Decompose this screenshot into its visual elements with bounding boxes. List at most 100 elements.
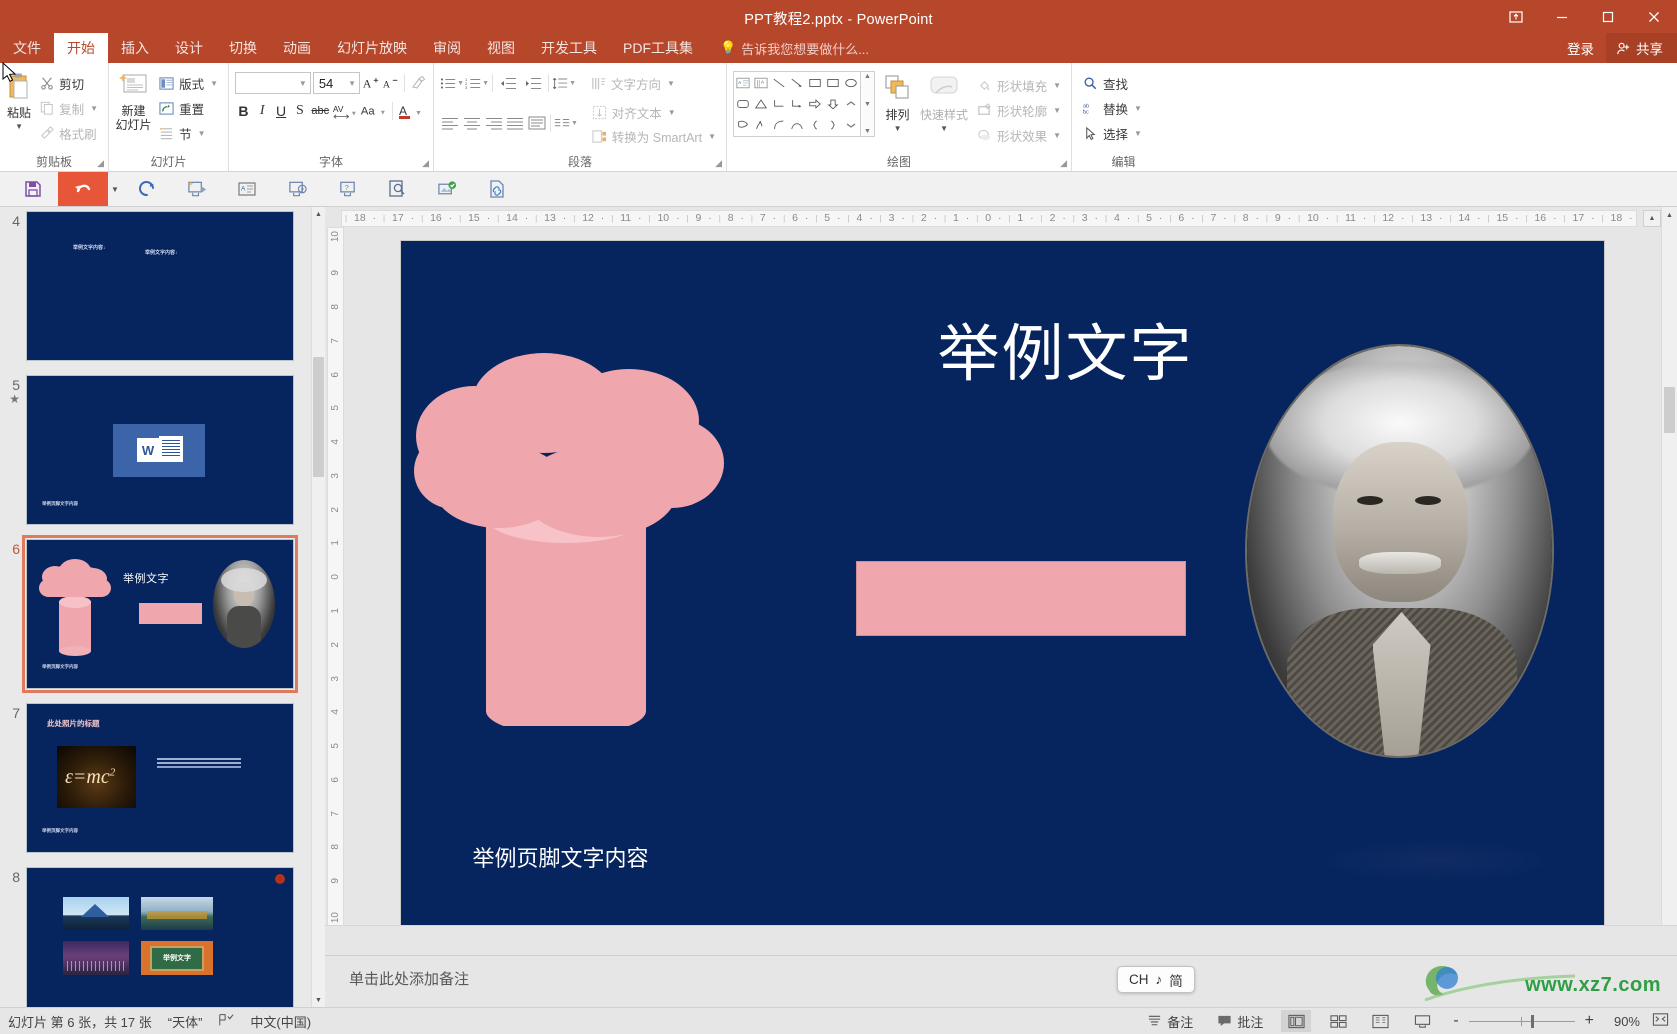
strikethrough-button[interactable]: abc	[310, 100, 330, 122]
save-icon[interactable]	[8, 172, 58, 206]
distribute-button[interactable]	[526, 112, 547, 135]
comments-toggle-button[interactable]: 批注	[1211, 1010, 1269, 1033]
tab-review[interactable]: 审阅	[420, 33, 474, 63]
shapes-more-icon[interactable]: ▼	[864, 128, 871, 135]
tab-pdf-tools[interactable]: PDF工具集	[610, 33, 706, 63]
section-button[interactable]: 节 ▼	[154, 121, 222, 145]
numbering-button[interactable]: 123 ▼	[465, 72, 489, 95]
font-size-input[interactable]: 54 ▼	[312, 72, 361, 94]
shape-outline-button[interactable]: 形状轮廓 ▼	[972, 98, 1065, 122]
line-spacing-button[interactable]: ▼	[552, 72, 576, 95]
thumbnail-row[interactable]: 7 此处照片的标题 ε=mc2 举例页脚文字内容	[0, 703, 311, 867]
zoom-out-button[interactable]: -	[1449, 1012, 1462, 1030]
present-icon[interactable]	[272, 172, 322, 206]
shapes-gallery[interactable]: A A	[733, 71, 861, 137]
reading-view-button[interactable]	[1365, 1010, 1395, 1032]
thumbnail-slide-4[interactable]: 举例文字内容↓ 举例文字内容↓	[26, 211, 294, 361]
vertical-ruler-strip[interactable]: 10 9 8 7 6 5 4 3 2 1 0 1 2 3 4 5 6 7 8 9 10	[326, 227, 344, 927]
chevron-down-icon[interactable]: ▼	[571, 120, 578, 127]
notes-pane[interactable]: 单击此处添加备注	[325, 955, 1677, 1007]
preview-icon[interactable]	[372, 172, 422, 206]
shapes-scroll-down[interactable]	[842, 115, 860, 136]
paragraph-dialog-launcher[interactable]: ◢	[715, 158, 722, 169]
shape-right-brace[interactable]	[824, 115, 842, 136]
shape-right-arrow[interactable]	[806, 93, 824, 114]
zoom-slider[interactable]	[1468, 1014, 1575, 1028]
slide-vertical-scrollbar[interactable]: ▲ ▼	[1661, 207, 1677, 1007]
tab-file[interactable]: 文件	[0, 33, 54, 63]
redo-icon[interactable]	[122, 172, 172, 206]
minimize-icon[interactable]	[1539, 0, 1585, 33]
scroll-up-icon[interactable]: ▲	[1643, 209, 1661, 227]
scroll-up-icon[interactable]: ▲	[1662, 207, 1677, 223]
columns-button[interactable]: ▼	[554, 112, 578, 135]
align-center-button[interactable]	[462, 112, 483, 135]
shape-rounded-rectangle[interactable]	[734, 93, 752, 114]
font-name-input[interactable]: ▼	[235, 72, 311, 94]
font-color-button[interactable]: A ▼	[397, 100, 427, 122]
convert-smartart-button[interactable]: 转换为 SmartArt ▼	[587, 124, 720, 148]
thumbnail-row[interactable]: 5 ★ W 举例页脚文字内容	[0, 375, 311, 539]
shape-textbox[interactable]: A	[734, 72, 752, 93]
thumbnail-row[interactable]: 8 举例文字	[0, 867, 311, 1007]
chevron-down-icon[interactable]: ▼	[198, 129, 206, 138]
maximize-icon[interactable]	[1585, 0, 1631, 33]
chevron-down-icon[interactable]: ▼	[1053, 81, 1061, 90]
shapes-gallery-scroll[interactable]: ▲ ▼ ▼	[861, 71, 875, 137]
scroll-up-icon[interactable]: ▲	[864, 73, 871, 80]
slide-position-label[interactable]: 幻灯片 第 6 张，共 17 张	[8, 1012, 152, 1031]
shape-curve[interactable]	[788, 115, 806, 136]
shape-fill-button[interactable]: 形状填充 ▼	[972, 73, 1065, 97]
find-button[interactable]: 查找	[1078, 71, 1146, 95]
arrange-button[interactable]: 排列 ▼	[879, 71, 916, 133]
italic-button[interactable]: I	[254, 100, 271, 122]
scrollbar-thumb[interactable]	[1664, 387, 1675, 433]
shape-effects-button[interactable]: 形状效果 ▼	[972, 123, 1065, 147]
from-beginning-icon[interactable]	[172, 172, 222, 206]
ribbon-display-options-icon[interactable]	[1493, 0, 1539, 33]
shape-arc[interactable]	[770, 115, 788, 136]
shape-down-arrow[interactable]	[824, 93, 842, 114]
new-slide-button[interactable]: 新建 幻灯片	[115, 69, 152, 145]
layout-button[interactable]: 版式 ▼	[154, 71, 222, 95]
shapes-scroll-up[interactable]	[842, 93, 860, 114]
font-dialog-launcher[interactable]: ◢	[422, 158, 429, 169]
select-button[interactable]: 选择 ▼	[1078, 121, 1146, 145]
zoom-in-button[interactable]: +	[1581, 1012, 1598, 1030]
chevron-down-icon[interactable]: ▼	[667, 79, 675, 88]
text-shadow-button[interactable]: S	[291, 100, 308, 122]
slide-footer-text[interactable]: 举例页脚文字内容	[473, 841, 649, 873]
align-text-button[interactable]: 对齐文本 ▼	[587, 100, 720, 124]
drawing-dialog-launcher[interactable]: ◢	[1060, 158, 1067, 169]
tab-developer[interactable]: 开发工具	[528, 33, 610, 63]
theme-name-label[interactable]: “天体”	[168, 1012, 203, 1031]
shape-ellipse[interactable]	[842, 72, 860, 93]
cloud-cylinder-shape[interactable]	[413, 351, 734, 726]
undo-icon[interactable]	[58, 172, 108, 206]
spellcheck-icon[interactable]	[218, 1013, 234, 1030]
quick-styles-button[interactable]: 快速样式 ▼	[920, 71, 968, 133]
text-direction-button[interactable]: 文字方向 ▼	[586, 71, 679, 95]
tab-transitions[interactable]: 切换	[216, 33, 270, 63]
tell-me-box[interactable]: 💡 告诉我您想要做什么...	[706, 33, 869, 63]
increase-indent-button[interactable]	[521, 72, 545, 95]
chevron-down-icon[interactable]: ▼	[90, 104, 98, 113]
export-image-icon[interactable]	[422, 172, 472, 206]
shape-arrow[interactable]	[788, 72, 806, 93]
slideshow-button[interactable]	[1407, 1010, 1437, 1032]
shape-triangle[interactable]	[752, 93, 770, 114]
chevron-down-icon[interactable]: ▼	[296, 73, 310, 93]
chevron-down-icon[interactable]: ▼	[345, 73, 359, 93]
chevron-down-icon[interactable]: ▼	[1053, 131, 1061, 140]
share-button[interactable]: 共享	[1606, 33, 1677, 63]
notes-toggle-button[interactable]: 备注	[1141, 1010, 1199, 1033]
zoom-level-label[interactable]: 90%	[1604, 1014, 1640, 1029]
chevron-down-icon[interactable]: ▼	[1134, 104, 1142, 113]
shape-left-brace[interactable]	[806, 115, 824, 136]
notes-splitter[interactable]	[325, 925, 1677, 955]
chevron-down-icon[interactable]: ▼	[894, 124, 902, 133]
shape-pentagon-bevel[interactable]	[734, 115, 752, 136]
shape-vertical-textbox[interactable]: A	[752, 72, 770, 93]
chevron-down-icon[interactable]: ▼	[940, 124, 948, 133]
scroll-down-icon[interactable]: ▼	[312, 993, 325, 1007]
